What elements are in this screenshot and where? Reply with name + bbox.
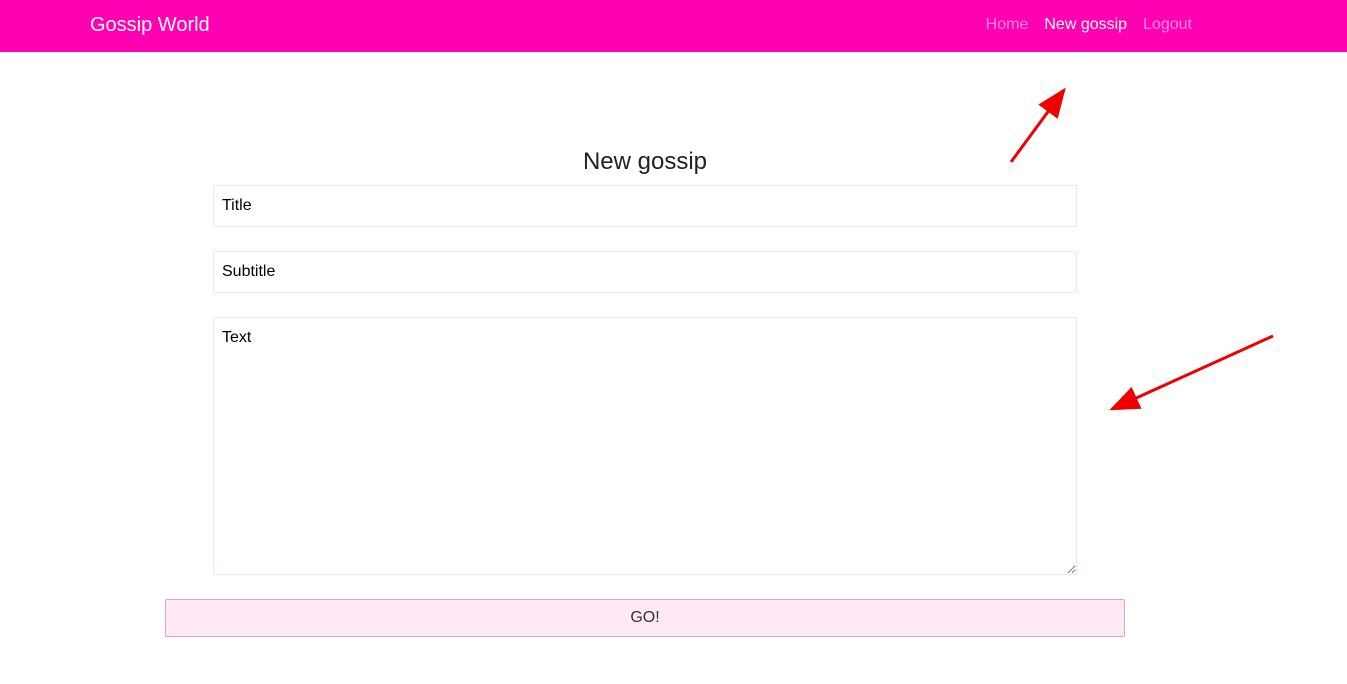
go-submit-button[interactable]: GO! [165, 599, 1125, 637]
subtitle-input[interactable] [213, 251, 1077, 293]
nav-link-logout[interactable]: Logout [1143, 15, 1192, 35]
title-input[interactable] [213, 185, 1077, 227]
annotation-arrow-text-area [1109, 334, 1274, 411]
nav-links: Home New gossip Logout [986, 15, 1192, 35]
nav-link-new-gossip[interactable]: New gossip [1044, 15, 1127, 35]
brand-logo-link[interactable]: Gossip World [90, 13, 210, 37]
text-textarea[interactable]: Text [213, 317, 1077, 575]
navbar: Gossip World Home New gossip Logout [0, 0, 1347, 52]
nav-link-home[interactable]: Home [986, 15, 1029, 35]
page-title: New gossip [582, 148, 708, 175]
